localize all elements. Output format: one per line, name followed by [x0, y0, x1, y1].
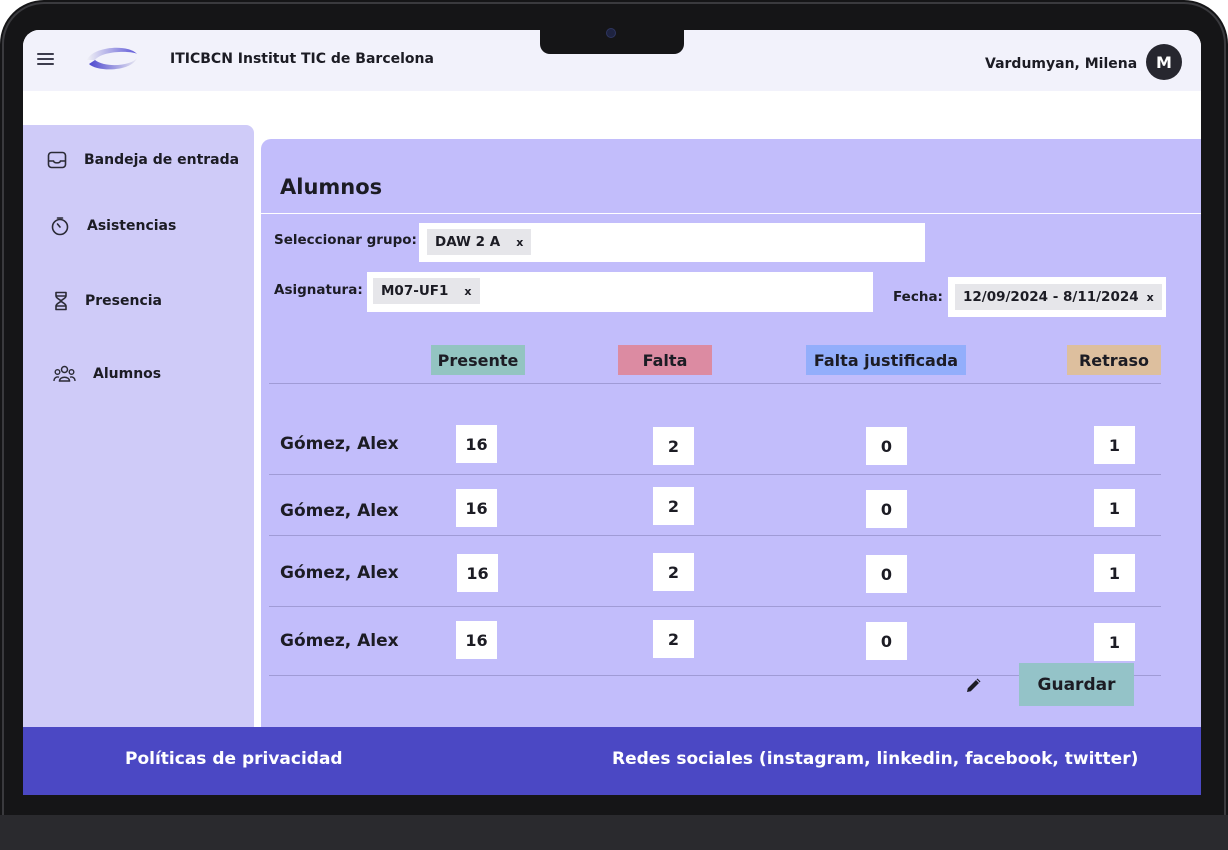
save-button[interactable]: Guardar	[1019, 663, 1134, 706]
presente-count[interactable]: 16	[456, 621, 497, 659]
app-title: ITICBCN Institut TIC de Barcelona	[170, 51, 434, 67]
subject-chip: M07-UF1 x	[373, 278, 480, 304]
sidebar: Bandeja de entrada Asistencias Presencia…	[23, 125, 254, 735]
presente-count[interactable]: 16	[456, 425, 497, 463]
column-header-falta-justificada: Falta justificada	[806, 345, 966, 375]
justificada-count[interactable]: 0	[866, 622, 907, 660]
user-name[interactable]: Vardumyan, Milena	[985, 56, 1137, 72]
pencil-icon[interactable]	[965, 676, 983, 694]
institute-logo	[87, 47, 137, 70]
row-divider	[269, 383, 1161, 384]
sidebar-item-asistencias[interactable]: Asistencias	[50, 216, 176, 236]
justificada-count[interactable]: 0	[866, 427, 907, 465]
date-label: Fecha:	[893, 289, 943, 305]
presente-count[interactable]: 16	[457, 554, 498, 592]
remove-subject-icon[interactable]: x	[464, 285, 471, 298]
footer: Políticas de privacidad Redes sociales (…	[23, 727, 1201, 795]
page-title: Alumnos	[280, 175, 383, 199]
date-chip: 12/09/2024 - 8/11/2024 x	[955, 284, 1162, 310]
avatar[interactable]: M	[1146, 44, 1182, 80]
subject-select[interactable]: M07-UF1 x	[367, 272, 873, 312]
retraso-count[interactable]: 1	[1094, 623, 1135, 661]
column-header-presente: Presente	[431, 345, 525, 375]
divider	[261, 213, 1201, 214]
sidebar-item-inbox[interactable]: Bandeja de entrada	[47, 151, 239, 169]
sidebar-item-label: Asistencias	[87, 218, 177, 234]
timer-icon	[51, 217, 69, 236]
hourglass-icon	[55, 291, 67, 311]
student-name: Gómez, Alex	[280, 631, 399, 651]
retraso-count[interactable]: 1	[1094, 489, 1135, 527]
column-header-retraso: Retraso	[1067, 345, 1161, 375]
group-select[interactable]: DAW 2 A x	[419, 223, 925, 262]
remove-group-icon[interactable]: x	[516, 236, 523, 249]
attendance-panel: Alumnos Seleccionar grupo: DAW 2 A x Asi…	[261, 139, 1201, 739]
row-divider	[269, 474, 1161, 475]
falta-count[interactable]: 2	[653, 427, 694, 465]
retraso-count[interactable]: 1	[1094, 426, 1135, 464]
screen: ITICBCN Institut TIC de Barcelona Vardum…	[23, 30, 1201, 795]
sidebar-item-label: Presencia	[85, 293, 162, 309]
sidebar-item-label: Bandeja de entrada	[84, 152, 240, 168]
row-divider	[269, 535, 1161, 536]
sidebar-item-presencia[interactable]: Presencia	[54, 291, 162, 311]
sidebar-item-alumnos[interactable]: Alumnos	[53, 365, 161, 383]
group-label: Seleccionar grupo:	[274, 232, 417, 248]
falta-count[interactable]: 2	[653, 487, 694, 525]
falta-count[interactable]: 2	[653, 553, 694, 591]
student-name: Gómez, Alex	[280, 501, 399, 521]
justificada-count[interactable]: 0	[866, 555, 907, 593]
hamburger-menu-icon[interactable]	[37, 53, 54, 65]
falta-count[interactable]: 2	[653, 620, 694, 658]
inbox-icon	[47, 151, 67, 169]
student-name: Gómez, Alex	[280, 434, 399, 454]
subject-label: Asignatura:	[274, 282, 363, 298]
group-icon	[53, 365, 76, 382]
laptop-base	[0, 815, 1228, 850]
presente-count[interactable]: 16	[456, 489, 497, 527]
date-range-field[interactable]: 12/09/2024 - 8/11/2024 x	[948, 277, 1166, 317]
column-header-falta: Falta	[618, 345, 712, 375]
subject-chip-label: M07-UF1	[381, 283, 449, 299]
social-links[interactable]: Redes sociales (instagram, linkedin, fac…	[612, 749, 1138, 769]
student-name: Gómez, Alex	[280, 563, 399, 583]
privacy-link[interactable]: Políticas de privacidad	[125, 749, 343, 769]
row-divider	[269, 606, 1161, 607]
group-chip: DAW 2 A x	[427, 229, 532, 255]
date-chip-label: 12/09/2024 - 8/11/2024	[963, 289, 1139, 305]
retraso-count[interactable]: 1	[1094, 554, 1135, 592]
camera-icon	[606, 28, 616, 38]
group-chip-label: DAW 2 A	[435, 234, 501, 250]
remove-date-icon[interactable]: x	[1147, 291, 1154, 304]
justificada-count[interactable]: 0	[866, 490, 907, 528]
sidebar-item-label: Alumnos	[93, 366, 162, 382]
